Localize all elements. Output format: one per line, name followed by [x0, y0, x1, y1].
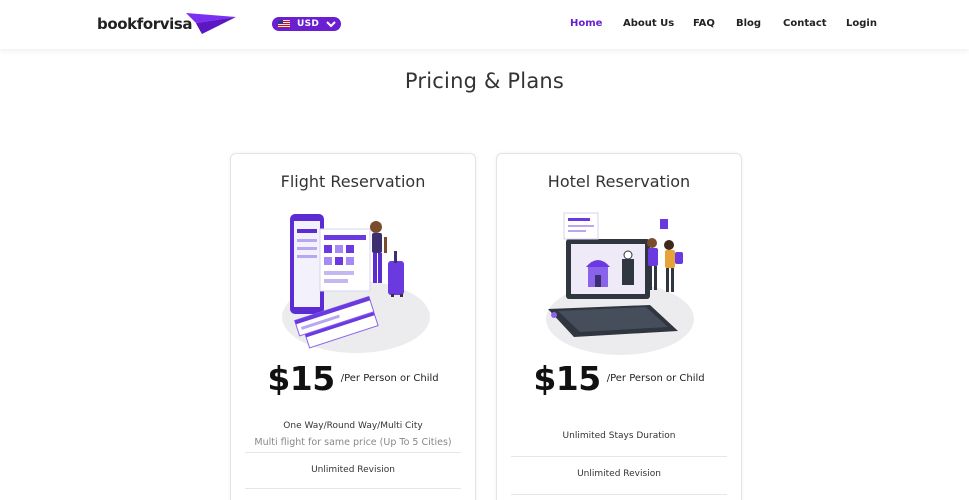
plan-title: Hotel Reservation: [547, 172, 691, 191]
feature-divider: [245, 488, 461, 489]
feature-route-note: Multi flight for same price (Up To 5 Cit…: [254, 437, 452, 448]
nav-home[interactable]: Home: [570, 18, 602, 29]
feature-revision: Unlimited Revision: [577, 469, 661, 479]
hotel-booking-illustration: [546, 212, 694, 355]
nav-blog[interactable]: Blog: [736, 18, 761, 29]
price-amount: $15: [533, 359, 601, 398]
top-navbar: bookforvisa USD Home About Us FAQ Blog C…: [0, 0, 969, 49]
feature-divider: [511, 494, 727, 495]
flight-plan-card: Flight Reservation $15 /Per Person or Ch…: [230, 153, 476, 500]
plan-price: $15/Per Person or Child: [231, 359, 475, 398]
feature-revision: Unlimited Revision: [311, 465, 395, 475]
price-amount: $15: [267, 359, 335, 398]
price-unit: /Per Person or Child: [340, 373, 439, 384]
currency-selector[interactable]: USD: [272, 17, 341, 31]
feature-divider: [511, 456, 727, 457]
currency-label: USD: [297, 19, 320, 29]
nav-about-us[interactable]: About Us: [623, 18, 674, 29]
brand-logo[interactable]: bookforvisa: [97, 13, 237, 35]
nav-contact[interactable]: Contact: [783, 18, 827, 29]
plan-price: $15/Per Person or Child: [497, 359, 741, 398]
plan-title: Flight Reservation: [280, 172, 426, 191]
price-unit: /Per Person or Child: [606, 373, 705, 384]
us-flag-icon: [278, 20, 290, 28]
feature-route-types: One Way/Round Way/Multi City: [283, 421, 423, 431]
chevron-down-icon: [326, 21, 336, 28]
flight-booking-illustration: [282, 214, 430, 353]
nav-faq[interactable]: FAQ: [693, 18, 715, 29]
brand-name: bookforvisa: [97, 15, 193, 33]
paper-plane-icon: [186, 13, 237, 34]
hotel-plan-card: Hotel Reservation $15/Per Person or Chil…: [496, 153, 742, 500]
feature-stays-duration: Unlimited Stays Duration: [562, 431, 676, 441]
nav-login[interactable]: Login: [846, 18, 877, 29]
page-title: Pricing & Plans: [404, 69, 565, 93]
feature-divider: [245, 452, 461, 453]
